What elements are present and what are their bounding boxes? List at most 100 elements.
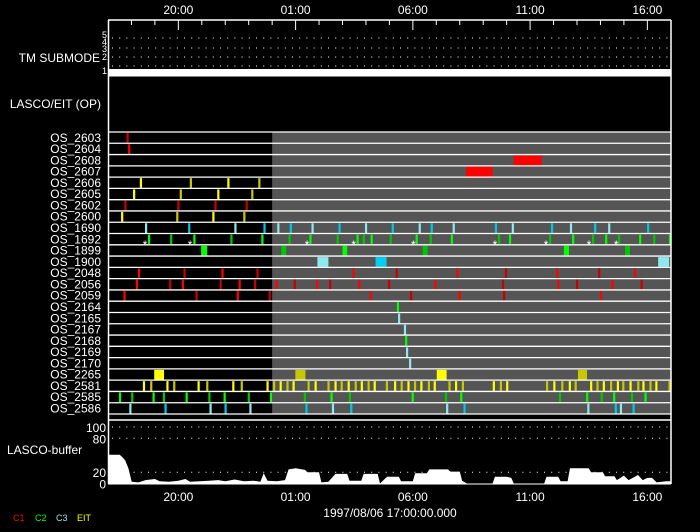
- event-mark: [358, 279, 361, 290]
- event-mark: [185, 392, 188, 403]
- event-mark: [139, 178, 143, 188]
- event-mark: [261, 234, 264, 245]
- event-mark: [387, 279, 391, 290]
- event-mark: [124, 200, 127, 211]
- date-label: 1997/08/06 17:00:00.000: [323, 506, 457, 520]
- event-mark: [395, 268, 398, 279]
- event-mark: [602, 381, 605, 391]
- event-mark: [336, 234, 339, 245]
- event-mark: [254, 279, 257, 290]
- event-mark: [394, 381, 397, 391]
- event-mark: [456, 268, 459, 279]
- event-mark: [463, 403, 466, 414]
- event-mark: [458, 290, 461, 301]
- event-mark: [330, 392, 333, 403]
- event-mark: [183, 268, 186, 279]
- event-mark: [232, 381, 235, 391]
- event-mark: [632, 403, 635, 414]
- event-mark: [492, 381, 495, 391]
- event-mark: [123, 290, 126, 301]
- event-mark: [503, 290, 506, 301]
- event-mark: [647, 223, 650, 234]
- event-mark: [170, 234, 173, 245]
- event-mark: [497, 234, 501, 245]
- event-mark: [316, 279, 319, 290]
- event-block: [281, 245, 287, 256]
- event-mark: [637, 381, 640, 391]
- event-mark: [331, 403, 335, 414]
- event-mark: [148, 234, 151, 245]
- event-mark: [634, 268, 637, 279]
- event-mark: [396, 302, 400, 312]
- event-mark: [126, 133, 129, 143]
- event-mark: [596, 381, 599, 391]
- event-mark: [166, 381, 169, 391]
- event-mark: [594, 223, 597, 234]
- event-mark: [644, 392, 647, 403]
- event-mark: [649, 381, 652, 391]
- buffer-label: LASCO-buffer: [7, 443, 82, 457]
- event-mark: [279, 381, 282, 391]
- event-mark: [348, 392, 351, 403]
- event-mark: [599, 290, 603, 301]
- event-mark: [249, 403, 252, 414]
- event-mark: [616, 381, 620, 391]
- event-block: [295, 369, 306, 380]
- event-mark: [639, 234, 642, 245]
- event-block: [466, 166, 493, 177]
- event-mark: [128, 144, 131, 155]
- event-mark: [208, 392, 211, 403]
- event-mark: [129, 403, 132, 414]
- event-mark: [206, 381, 209, 391]
- event-mark: [434, 279, 437, 290]
- event-mark: [446, 403, 449, 414]
- event-mark: [356, 234, 359, 245]
- event-mark: [572, 234, 575, 245]
- event-mark: [133, 189, 136, 200]
- event-mark: [501, 279, 505, 290]
- event-mark: [214, 200, 217, 211]
- event-mark: [334, 381, 337, 391]
- event-mark: [452, 223, 455, 234]
- event-mark: [238, 279, 241, 290]
- top-tick-label: 06:00: [398, 3, 428, 17]
- event-mark: [611, 279, 614, 290]
- event-mark: [209, 403, 212, 414]
- event-mark: [415, 234, 418, 245]
- event-mark: [135, 279, 139, 290]
- event-mark: [288, 234, 291, 245]
- event-mark: [340, 381, 343, 391]
- event-mark: [142, 381, 146, 391]
- event-mark: [273, 381, 276, 391]
- event-mark: [243, 211, 246, 222]
- event-mark: [561, 381, 564, 391]
- event-mark: [269, 392, 273, 403]
- event-mark: [622, 381, 625, 391]
- event-mark: [653, 234, 656, 245]
- event-block: [563, 245, 570, 256]
- event-mark: [506, 381, 509, 391]
- event-mark: [234, 223, 237, 234]
- bottom-tick-label: 11:00: [516, 490, 545, 504]
- event-mark: [224, 403, 227, 414]
- event-mark: [360, 381, 363, 391]
- top-tick-label: 11:00: [516, 3, 545, 17]
- bottom-tick-label: 16:00: [632, 490, 662, 504]
- event-mark: [364, 223, 368, 234]
- event-mark: [460, 392, 463, 403]
- event-mark: [311, 223, 314, 234]
- event-mark: [162, 392, 166, 403]
- event-mark: [630, 392, 634, 403]
- event-mark: [188, 223, 191, 234]
- event-mark: [309, 234, 312, 245]
- event-mark: [405, 336, 408, 346]
- event-mark: [450, 234, 453, 245]
- event-mark: [598, 268, 601, 279]
- event-mark: [150, 381, 153, 391]
- event-mark: [558, 392, 562, 403]
- event-block: [201, 245, 208, 256]
- event-mark: [430, 223, 433, 234]
- event-mark: [176, 211, 179, 222]
- event-mark: [329, 279, 332, 290]
- event-mark: [494, 223, 498, 234]
